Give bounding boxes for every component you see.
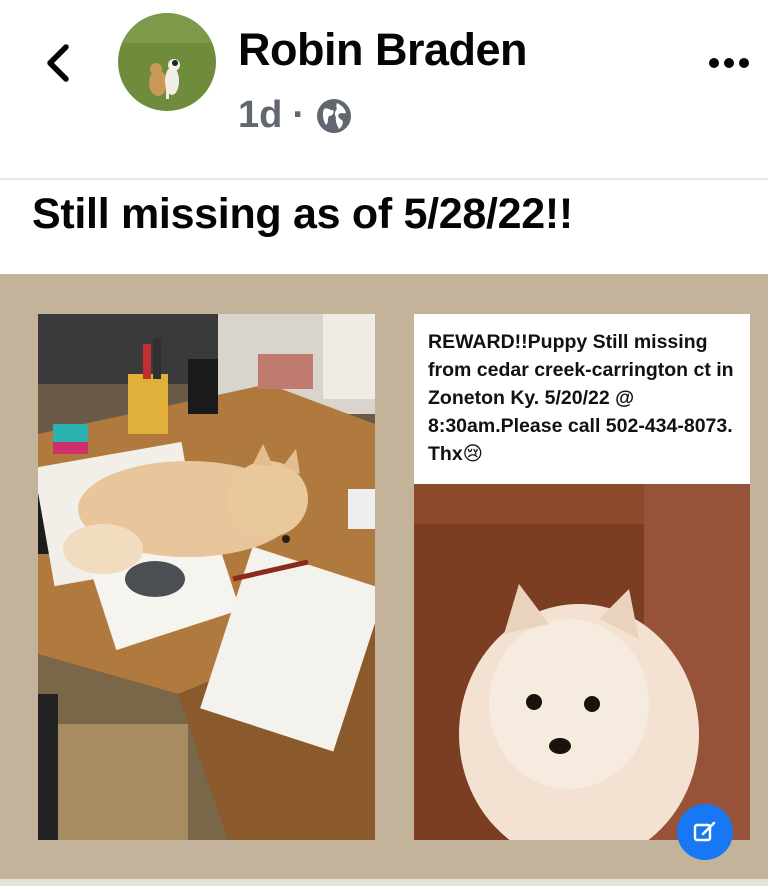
post-header: Robin Braden 1d ·: [0, 0, 768, 178]
edit-button[interactable]: [677, 804, 733, 860]
edit-icon: [693, 821, 716, 842]
dog-on-desk-photo[interactable]: [38, 314, 375, 840]
author-name[interactable]: Robin Braden: [238, 24, 528, 76]
post-text: Still missing as of 5/28/22!!: [32, 190, 573, 238]
reward-flyer-photo[interactable]: REWARD!!Puppy Still missing from cedar c…: [414, 314, 750, 840]
post-media[interactable]: REWARD!!Puppy Still missing from cedar c…: [0, 274, 768, 886]
chevron-left-icon: [47, 44, 69, 82]
header-divider: [0, 178, 768, 180]
post-timestamp[interactable]: 1d: [238, 94, 282, 137]
avatar[interactable]: [118, 13, 216, 111]
flyer-text: REWARD!!Puppy Still missing from cedar c…: [428, 331, 734, 465]
more-dots-icon: [709, 58, 749, 68]
meta-separator: ·: [292, 94, 306, 136]
bottom-strip: [0, 879, 768, 886]
back-button[interactable]: [36, 38, 80, 88]
globe-icon: [317, 98, 352, 133]
more-options-button[interactable]: [706, 46, 752, 80]
post-meta: 1d ·: [238, 94, 353, 137]
